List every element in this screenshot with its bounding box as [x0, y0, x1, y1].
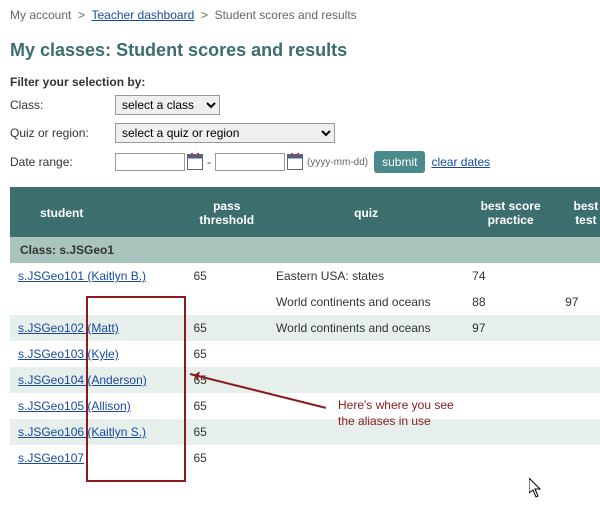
student-cell: s.JSGeo103 (Kyle)	[10, 341, 185, 367]
breadcrumb: My account > Teacher dashboard > Student…	[10, 8, 590, 22]
table-row: s.JSGeo104 (Anderson) 65	[10, 367, 600, 393]
quiz-cell	[268, 341, 464, 367]
best-score-test-cell	[557, 341, 600, 367]
best-score-practice-cell	[464, 445, 557, 471]
pass-cell: 65	[185, 315, 268, 341]
pass-cell: 65	[185, 445, 268, 471]
quiz-cell: World continents and oceans	[268, 315, 464, 341]
pass-cell: 65	[185, 341, 268, 367]
pass-cell: 65	[185, 367, 268, 393]
student-cell: s.JSGeo102 (Matt)	[10, 315, 185, 341]
date-to-input[interactable]	[215, 153, 285, 171]
student-link[interactable]: s.JSGeo104 (Anderson)	[18, 373, 147, 387]
quiz-cell: World continents and oceans	[268, 289, 464, 315]
clear-dates-link[interactable]: clear dates	[431, 155, 490, 169]
student-link[interactable]: s.JSGeo107	[18, 451, 84, 465]
best-score-practice-cell: 74	[464, 263, 557, 289]
student-cell: s.JSGeo105 (Allison)	[10, 393, 185, 419]
filter-heading: Filter your selection by:	[10, 75, 590, 89]
student-link[interactable]: s.JSGeo106 (Kaitlyn S.)	[18, 425, 146, 439]
table-row: s.JSGeo106 (Kaitlyn S.) 65	[10, 419, 600, 445]
best-score-practice-cell	[464, 393, 557, 419]
quiz-cell	[268, 445, 464, 471]
student-link[interactable]: s.JSGeo105 (Allison)	[18, 399, 131, 413]
best-score-test-cell	[557, 367, 600, 393]
best-score-practice-cell: 97	[464, 315, 557, 341]
col-header-bs2: best score test mode	[557, 187, 600, 237]
student-cell: s.JSGeo106 (Kaitlyn S.)	[10, 419, 185, 445]
best-score-test-cell	[557, 315, 600, 341]
class-select[interactable]: select a class	[115, 95, 220, 115]
quiz-cell	[268, 419, 464, 445]
quiz-label: Quiz or region:	[10, 126, 115, 140]
table-row: s.JSGeo102 (Matt) 65World continents and …	[10, 315, 600, 341]
date-label: Date range:	[10, 155, 115, 169]
table-row: s.JSGeo101 (Kaitlyn B.) 65Eastern USA: st…	[10, 263, 600, 289]
page-title: My classes: Student scores and results	[10, 40, 590, 61]
best-score-practice-cell: 88	[464, 289, 557, 315]
student-cell	[10, 289, 185, 315]
results-table-wrap: student pass threshold quiz best score p…	[10, 187, 590, 471]
col-header-quiz: quiz	[268, 187, 464, 237]
quiz-select[interactable]: select a quiz or region	[115, 123, 335, 143]
pass-cell	[185, 289, 268, 315]
student-cell: s.JSGeo101 (Kaitlyn B.)	[10, 263, 185, 289]
best-score-test-cell	[557, 445, 600, 471]
table-row: World continents and oceans8897	[10, 289, 600, 315]
col-header-bs1: best score practice	[464, 187, 557, 237]
best-score-practice-cell	[464, 419, 557, 445]
breadcrumb-home: My account	[10, 8, 71, 22]
student-link[interactable]: s.JSGeo102 (Matt)	[18, 321, 119, 335]
submit-button[interactable]: submit	[374, 151, 425, 173]
cursor-icon	[529, 478, 543, 498]
student-cell: s.JSGeo104 (Anderson)	[10, 367, 185, 393]
best-score-practice-cell	[464, 367, 557, 393]
breadcrumb-current: Student scores and results	[215, 8, 357, 22]
best-score-test-cell	[557, 263, 600, 289]
date-separator: -	[207, 155, 211, 169]
student-link[interactable]: s.JSGeo101 (Kaitlyn B.)	[18, 269, 146, 283]
student-cell: s.JSGeo107	[10, 445, 185, 471]
table-row: s.JSGeo103 (Kyle) 65	[10, 341, 600, 367]
quiz-cell	[268, 393, 464, 419]
col-header-student: student	[10, 187, 185, 237]
class-group-label: Class: s.JSGeo1	[10, 237, 600, 263]
pass-cell: 65	[185, 263, 268, 289]
quiz-cell: Eastern USA: states	[268, 263, 464, 289]
student-link[interactable]: s.JSGeo103 (Kyle)	[18, 347, 119, 361]
calendar-icon[interactable]	[287, 154, 303, 170]
table-row: s.JSGeo105 (Allison) 65	[10, 393, 600, 419]
pass-cell: 65	[185, 419, 268, 445]
class-label: Class:	[10, 98, 115, 112]
results-table: student pass threshold quiz best score p…	[10, 187, 600, 471]
breadcrumb-link-dashboard[interactable]: Teacher dashboard	[92, 8, 195, 22]
best-score-practice-cell	[464, 341, 557, 367]
pass-cell: 65	[185, 393, 268, 419]
date-hint: (yyyy-mm-dd)	[307, 157, 368, 168]
table-row: s.JSGeo107 65	[10, 445, 600, 471]
calendar-icon[interactable]	[187, 154, 203, 170]
best-score-test-cell	[557, 393, 600, 419]
best-score-test-cell: 97	[557, 289, 600, 315]
col-header-pass: pass threshold	[185, 187, 268, 237]
best-score-test-cell	[557, 419, 600, 445]
quiz-cell	[268, 367, 464, 393]
date-from-input[interactable]	[115, 153, 185, 171]
